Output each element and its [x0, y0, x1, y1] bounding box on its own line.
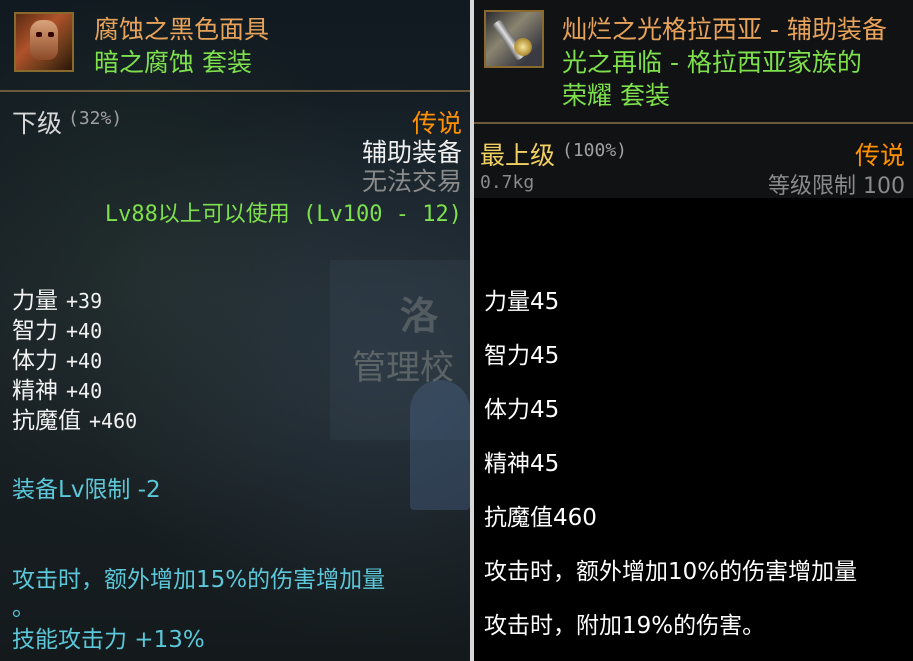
stat-name: 力量 — [12, 288, 58, 314]
right-tooltip: 灿烂之光格拉西亚 - 辅助装备 光之再临 - 格拉西亚家族的 荣耀 套装 最上级… — [474, 0, 913, 661]
item-grade-percent: (100%) — [562, 140, 628, 161]
stat-name: 抗魔值 — [12, 408, 81, 434]
trade-status: 无法交易 — [361, 167, 462, 196]
stat-row: 智力 +40 — [12, 316, 102, 346]
stat-line: 抗魔值460 — [484, 505, 597, 531]
stat-value: +39 — [66, 289, 103, 313]
effect-line: 攻击时，附加19%的伤害。 — [484, 613, 766, 639]
level-requirement: Lv88以上可以使用 (Lv100 - 12) — [104, 202, 462, 227]
effect-line: 攻击时，额外增加10%的伤害增加量 — [484, 559, 858, 585]
stat-name: 精神 — [12, 378, 58, 404]
stat-row: 抗魔值 +460 — [12, 406, 137, 436]
stat-name: 智力 — [12, 318, 58, 344]
item-name-line2: 光之再临 - 格拉西亚家族的 — [562, 48, 862, 77]
stat-value: +40 — [66, 349, 103, 373]
equip-level-limit: 装备Lv限制 -2 — [12, 477, 161, 503]
stat-line: 力量45 — [484, 289, 560, 315]
stat-row: 体力 +40 — [12, 346, 102, 376]
item-grade-percent: (32%) — [68, 108, 123, 129]
item-name-line3: 荣耀 套装 — [562, 81, 670, 110]
level-limit: 等级限制 100 — [768, 174, 905, 199]
stat-value: +40 — [66, 319, 103, 343]
item-weight: 0.7kg — [480, 172, 535, 193]
mask-item-icon — [14, 12, 74, 72]
stat-value: +460 — [89, 409, 138, 433]
mask-eye-left — [36, 32, 42, 37]
item-name: 腐蚀之黑色面具 — [94, 15, 270, 44]
left-tooltip: 洛 管理校 腐蚀之黑色面具 暗之腐蚀 套装 下级 (32%) 传说 辅助装备 无… — [0, 0, 470, 661]
set-name: 暗之腐蚀 套装 — [94, 48, 252, 77]
header-divider — [474, 122, 913, 124]
effect-text: 攻击时，额外增加15%的伤害增加量 — [12, 567, 386, 593]
mask-face-shape — [30, 20, 58, 60]
item-name-line1: 灿烂之光格拉西亚 - 辅助装备 — [562, 15, 887, 44]
staff-glow-shape — [514, 38, 532, 56]
staff-item-icon — [484, 10, 544, 68]
item-grade: 最上级 — [480, 141, 556, 170]
mask-eye-right — [48, 32, 54, 37]
item-rarity: 传说 — [854, 141, 905, 170]
stat-value: +40 — [66, 379, 103, 403]
skill-attack-bonus: 技能攻击力 +13% — [12, 627, 205, 653]
background-character — [410, 380, 470, 510]
stat-line: 体力45 — [484, 397, 560, 423]
background-sign-glyph: 洛 — [400, 293, 439, 338]
item-grade: 下级 — [12, 109, 63, 138]
stat-name: 体力 — [12, 348, 58, 374]
stat-line: 智力45 — [484, 343, 560, 369]
stat-row: 力量 +39 — [12, 286, 102, 316]
stat-row: 精神 +40 — [12, 376, 102, 406]
header-divider — [0, 90, 470, 92]
stat-line: 精神45 — [484, 451, 560, 477]
effect-text-cont: 。 — [12, 595, 35, 621]
